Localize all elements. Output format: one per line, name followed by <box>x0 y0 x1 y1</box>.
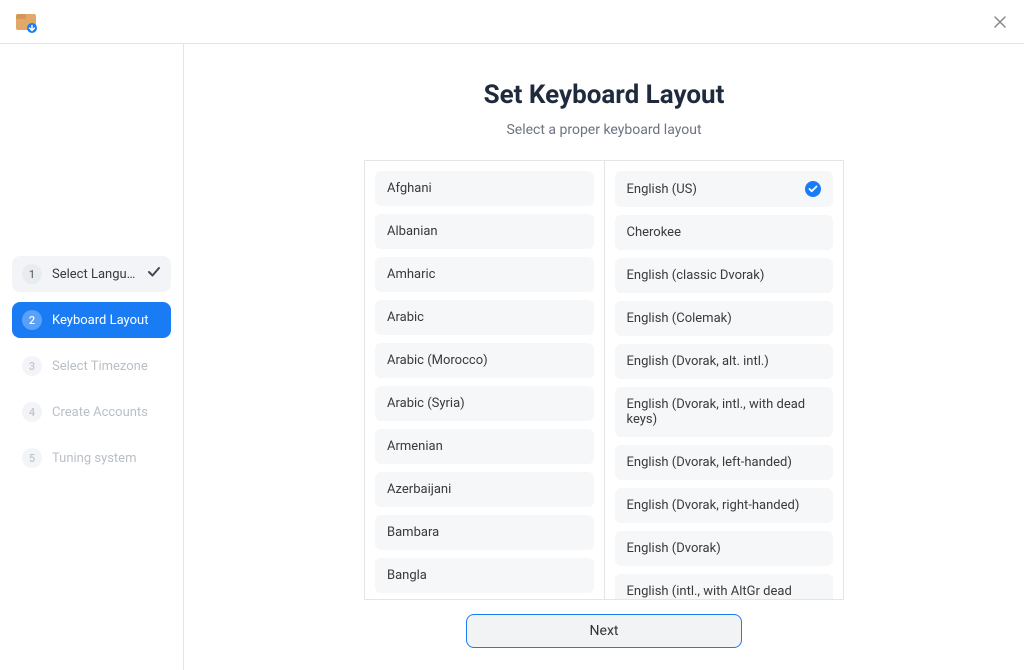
option-label: English (Dvorak, right-handed) <box>627 498 800 513</box>
page-title: Set Keyboard Layout <box>484 80 725 110</box>
option-label: Cherokee <box>627 225 681 240</box>
option-label: Arabic (Syria) <box>387 396 465 411</box>
language-option[interactable]: Arabic (Syria) <box>375 386 594 421</box>
step-number: 3 <box>22 356 42 376</box>
step-tuning-system[interactable]: 5 Tuning system <box>12 440 171 476</box>
page-subtitle: Select a proper keyboard layout <box>506 122 701 138</box>
wizard-sidebar: 1 Select Langu… 2 Keyboard Layout 3 Sele… <box>0 44 184 670</box>
step-number: 5 <box>22 448 42 468</box>
option-label: English (Colemak) <box>627 311 732 326</box>
option-label: English (classic Dvorak) <box>627 268 765 283</box>
layout-variant-option[interactable]: English (intl., with AltGr dead keys) <box>615 574 834 599</box>
option-label: English (Dvorak, alt. intl.) <box>627 354 769 369</box>
layout-variant-option[interactable]: English (Dvorak, alt. intl.) <box>615 344 834 379</box>
step-number: 4 <box>22 402 42 422</box>
main-content: Set Keyboard Layout Select a proper keyb… <box>184 44 1024 670</box>
option-label: Albanian <box>387 224 438 239</box>
option-label: English (Dvorak, intl., with dead keys) <box>627 397 822 427</box>
layout-variant-option[interactable]: English (Colemak) <box>615 301 834 336</box>
option-label: English (Dvorak, left-handed) <box>627 455 792 470</box>
language-list[interactable]: Afghani Albanian Amharic Arabic Arabic (Moro… <box>365 161 605 599</box>
option-label: Afghani <box>387 181 432 196</box>
language-option[interactable]: Bambara <box>375 515 594 550</box>
next-button[interactable]: Next <box>466 614 742 648</box>
option-label: Amharic <box>387 267 435 282</box>
layout-variant-option[interactable]: English (Dvorak, left-handed) <box>615 445 834 480</box>
title-bar-left <box>14 10 38 34</box>
option-label: Armenian <box>387 439 443 454</box>
language-option[interactable]: Arabic (Morocco) <box>375 343 594 378</box>
step-label: Select Timezone <box>52 359 161 374</box>
language-option[interactable]: Arabic <box>375 300 594 335</box>
option-label: Arabic (Morocco) <box>387 353 488 368</box>
option-label: English (US) <box>627 182 697 197</box>
language-option[interactable]: Amharic <box>375 257 594 292</box>
next-button-label: Next <box>590 623 619 639</box>
wizard-footer: Next <box>184 604 1024 658</box>
layout-variant-list[interactable]: English (US) Cherokee English (classic Dvo… <box>605 161 844 599</box>
language-option[interactable]: Armenian <box>375 429 594 464</box>
layout-variant-option[interactable]: English (US) <box>615 171 834 207</box>
close-icon <box>993 15 1007 29</box>
language-option[interactable]: Albanian <box>375 214 594 249</box>
step-label: Tuning system <box>52 451 161 466</box>
language-option[interactable]: Bangla <box>375 558 594 593</box>
title-bar <box>0 0 1024 44</box>
language-option[interactable]: Afghani <box>375 171 594 206</box>
option-label: English (Dvorak) <box>627 541 721 556</box>
option-label: Arabic <box>387 310 424 325</box>
option-label: Bangla <box>387 568 427 583</box>
layout-variant-option[interactable]: English (classic Dvorak) <box>615 258 834 293</box>
step-label: Keyboard Layout <box>52 313 161 328</box>
keyboard-layout-panel: Afghani Albanian Amharic Arabic Arabic (Moro… <box>364 160 844 600</box>
step-keyboard-layout[interactable]: 2 Keyboard Layout <box>12 302 171 338</box>
option-label: English (intl., with AltGr dead keys) <box>627 584 822 599</box>
language-option[interactable]: Azerbaijani <box>375 472 594 507</box>
close-button[interactable] <box>990 12 1010 32</box>
step-select-timezone[interactable]: 3 Select Timezone <box>12 348 171 384</box>
layout-variant-option[interactable]: English (Dvorak, intl., with dead keys) <box>615 387 834 437</box>
step-label: Select Langu… <box>52 267 137 282</box>
option-label: Azerbaijani <box>387 482 451 497</box>
checkmark-icon <box>147 265 161 283</box>
installer-app-icon <box>14 10 38 34</box>
step-number: 2 <box>22 310 42 330</box>
step-create-accounts[interactable]: 4 Create Accounts <box>12 394 171 430</box>
layout-variant-option[interactable]: English (Dvorak, right-handed) <box>615 488 834 523</box>
step-select-language[interactable]: 1 Select Langu… <box>12 256 171 292</box>
selected-check-icon <box>805 181 821 197</box>
step-label: Create Accounts <box>52 405 161 420</box>
layout-variant-option[interactable]: English (Dvorak) <box>615 531 834 566</box>
layout-variant-option[interactable]: Cherokee <box>615 215 834 250</box>
option-label: Bambara <box>387 525 439 540</box>
step-number: 1 <box>22 264 42 284</box>
